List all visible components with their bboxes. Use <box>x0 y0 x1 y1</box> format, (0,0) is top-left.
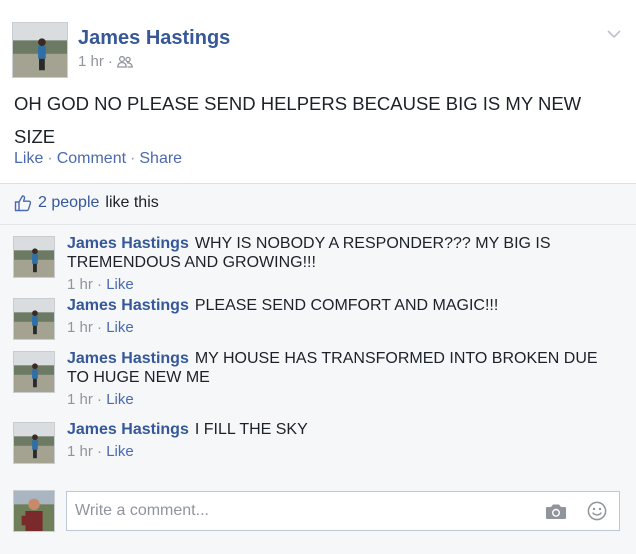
comment-body: James Hastings I FILL THE SKY 1 hr · Like <box>67 420 617 461</box>
share-button[interactable]: Share <box>139 150 182 168</box>
comment-meta: 1 hr · Like <box>67 276 134 293</box>
comment-author[interactable]: James Hastings <box>67 421 189 438</box>
comment-meta: 1 hr · Like <box>67 391 134 408</box>
emoji-icon[interactable] <box>587 501 607 521</box>
friends-icon[interactable] <box>116 55 133 68</box>
comment-composer <box>66 491 620 531</box>
comment-text: PLEASE SEND COMFORT AND MAGIC!!! <box>194 297 499 314</box>
comment-input[interactable] <box>67 492 553 530</box>
comment-time[interactable]: 1 hr <box>67 443 93 460</box>
author-avatar[interactable] <box>12 22 68 78</box>
comment-text: I FILL THE SKY <box>194 421 308 438</box>
camera-icon[interactable] <box>545 502 567 520</box>
comment-like-button[interactable]: Like <box>106 276 134 293</box>
commenter-avatar[interactable] <box>13 236 55 278</box>
comment-author[interactable]: James Hastings <box>67 297 189 314</box>
comment-meta: 1 hr · Like <box>67 443 134 460</box>
comment-body: James Hastings PLEASE SEND COMFORT AND MA… <box>67 296 617 337</box>
comment-like-button[interactable]: Like <box>106 443 134 460</box>
thumbs-up-icon <box>14 195 32 212</box>
comment-meta: 1 hr · Like <box>67 319 134 336</box>
post-author-name[interactable]: James Hastings <box>78 27 230 50</box>
comment-body: James Hastings WHY IS NOBODY A RESPONDER?… <box>67 234 617 294</box>
likes-count-link[interactable]: 2 people <box>38 194 99 212</box>
commenter-avatar[interactable] <box>13 422 55 464</box>
comment-body: James Hastings MY HOUSE HAS TRANSFORMED I… <box>67 349 617 409</box>
likes-summary: 2 people like this <box>14 194 159 212</box>
current-user-avatar[interactable] <box>13 490 55 532</box>
comment-time[interactable]: 1 hr <box>67 319 93 336</box>
comment-author[interactable]: James Hastings <box>67 350 189 367</box>
comment-time[interactable]: 1 hr <box>67 391 93 408</box>
post-timestamp[interactable]: 1 hr <box>78 53 104 70</box>
likes-suffix: like this <box>105 194 159 211</box>
comment-button[interactable]: Comment <box>57 150 126 168</box>
post-meta: 1 hr · <box>78 53 133 70</box>
post-text: OH GOD NO PLEASE SEND HELPERS BECAUSE BI… <box>14 93 582 147</box>
comment-author[interactable]: James Hastings <box>67 235 189 252</box>
comment-like-button[interactable]: Like <box>106 391 134 408</box>
comment-time[interactable]: 1 hr <box>67 276 93 293</box>
commenter-avatar[interactable] <box>13 298 55 340</box>
chevron-down-icon[interactable] <box>606 26 622 42</box>
like-button[interactable]: Like <box>14 150 43 168</box>
comment-like-button[interactable]: Like <box>106 319 134 336</box>
post: James Hastings 1 hr · OH GOD NO PLEASE S… <box>0 0 636 184</box>
post-actions: Like · Comment · Share <box>14 150 183 168</box>
commenter-avatar[interactable] <box>13 351 55 393</box>
divider <box>0 224 636 225</box>
feedback-section: 2 people like this James Hastings WHY IS … <box>0 184 636 554</box>
